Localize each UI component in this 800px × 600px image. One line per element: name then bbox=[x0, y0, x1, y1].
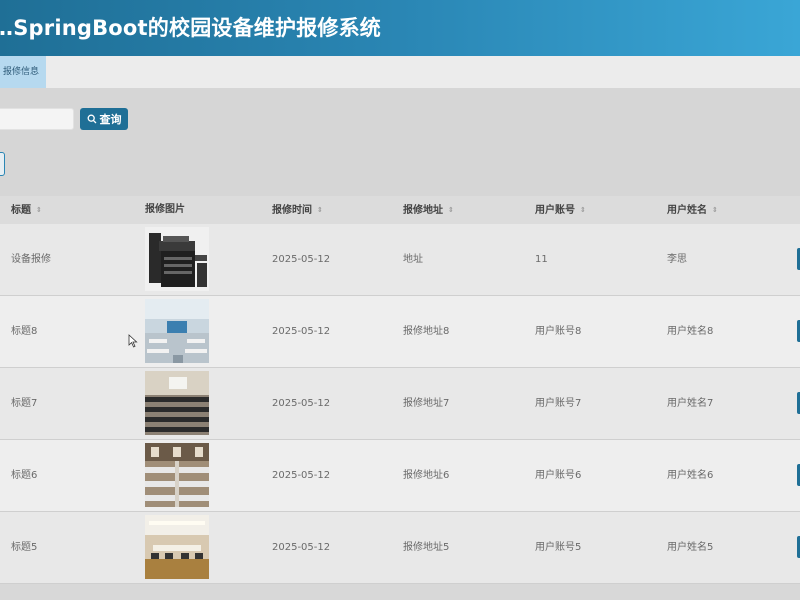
column-header-time-label: 报修时间 bbox=[272, 205, 312, 216]
table-header: 标题 ⇕ 报修图片 报修时间 ⇕ 报修地址 ⇕ 用户账号 ⇕ 用户姓名 ⇕ bbox=[0, 196, 800, 224]
tab-repair-info[interactable]: 报修信息 bbox=[0, 56, 46, 88]
column-header-time[interactable]: 报修时间 ⇕ bbox=[272, 196, 323, 224]
table-row: 标题5 2025-05-12 报修地址5 用户账号5 用户姓名5 bbox=[0, 512, 800, 584]
sort-icon[interactable]: ⇕ bbox=[580, 196, 586, 224]
cell-account: 11 bbox=[535, 254, 548, 265]
cell-title: 设备报修 bbox=[11, 254, 51, 265]
cell-address: 报修地址6 bbox=[403, 470, 450, 481]
computer-lab-photo[interactable] bbox=[145, 443, 209, 507]
cell-time: 2025-05-12 bbox=[272, 326, 331, 337]
column-header-address-label: 报修地址 bbox=[403, 205, 443, 216]
cell-title: 标题6 bbox=[11, 470, 38, 481]
search-area: 查询 bbox=[0, 88, 800, 196]
column-header-account-label: 用户账号 bbox=[535, 205, 575, 216]
column-header-title[interactable]: 标题 ⇕ bbox=[11, 196, 42, 224]
cell-title: 标题5 bbox=[11, 542, 38, 553]
column-header-address[interactable]: 报修地址 ⇕ bbox=[403, 196, 454, 224]
sort-icon[interactable]: ⇕ bbox=[712, 196, 718, 224]
table-body: 设备报修 2025-05-12 地址 11 李思 标题8 2025-05-12 … bbox=[0, 224, 800, 584]
cell-time: 2025-05-12 bbox=[272, 542, 331, 553]
search-button-label: 查询 bbox=[99, 113, 122, 126]
printer-photo[interactable] bbox=[145, 227, 209, 291]
cell-name: 用户姓名6 bbox=[667, 470, 714, 481]
add-button[interactable] bbox=[0, 152, 5, 176]
cell-name: 李思 bbox=[667, 254, 687, 265]
search-button[interactable]: 查询 bbox=[80, 108, 128, 130]
cell-account: 用户账号7 bbox=[535, 398, 582, 409]
cell-time: 2025-05-12 bbox=[272, 254, 331, 265]
cell-address: 报修地址7 bbox=[403, 398, 450, 409]
table-row: 标题6 2025-05-12 报修地址6 用户账号6 用户姓名6 bbox=[0, 440, 800, 512]
cell-title: 标题7 bbox=[11, 398, 38, 409]
cell-time: 2025-05-12 bbox=[272, 398, 331, 409]
table-row: 标题8 2025-05-12 报修地址8 用户账号8 用户姓名8 bbox=[0, 296, 800, 368]
classroom-photo[interactable] bbox=[145, 299, 209, 363]
cell-account: 用户账号6 bbox=[535, 470, 582, 481]
cell-address: 报修地址8 bbox=[403, 326, 450, 337]
cell-time: 2025-05-12 bbox=[272, 470, 331, 481]
sort-icon[interactable]: ⇕ bbox=[448, 196, 454, 224]
sort-icon[interactable]: ⇕ bbox=[36, 196, 42, 224]
cell-address: 地址 bbox=[403, 254, 423, 265]
table-row: 设备报修 2025-05-12 地址 11 李思 bbox=[0, 224, 800, 296]
column-header-account[interactable]: 用户账号 ⇕ bbox=[535, 196, 586, 224]
meeting-room-photo[interactable] bbox=[145, 515, 209, 579]
mouse-cursor-icon bbox=[128, 334, 138, 348]
lecture-hall-photo[interactable] bbox=[145, 371, 209, 435]
cell-name: 用户姓名8 bbox=[667, 326, 714, 337]
column-header-name[interactable]: 用户姓名 ⇕ bbox=[667, 196, 718, 224]
search-icon bbox=[87, 114, 96, 124]
search-input[interactable] bbox=[0, 108, 74, 130]
sort-icon[interactable]: ⇕ bbox=[317, 196, 323, 224]
cell-account: 用户账号5 bbox=[535, 542, 582, 553]
column-header-image-label: 报修图片 bbox=[145, 204, 185, 215]
page-title: …SpringBoot的校园设备维护报修系统 bbox=[0, 16, 381, 40]
cell-title: 标题8 bbox=[11, 326, 38, 337]
app-header: …SpringBoot的校园设备维护报修系统 bbox=[0, 0, 800, 56]
cell-address: 报修地址5 bbox=[403, 542, 450, 553]
tab-bar: 报修信息 bbox=[0, 56, 800, 88]
cell-account: 用户账号8 bbox=[535, 326, 582, 337]
column-header-name-label: 用户姓名 bbox=[667, 205, 707, 216]
cell-name: 用户姓名5 bbox=[667, 542, 714, 553]
column-header-image: 报修图片 bbox=[145, 196, 185, 224]
cell-name: 用户姓名7 bbox=[667, 398, 714, 409]
table-row: 标题7 2025-05-12 报修地址7 用户账号7 用户姓名7 bbox=[0, 368, 800, 440]
column-header-title-label: 标题 bbox=[11, 205, 31, 216]
